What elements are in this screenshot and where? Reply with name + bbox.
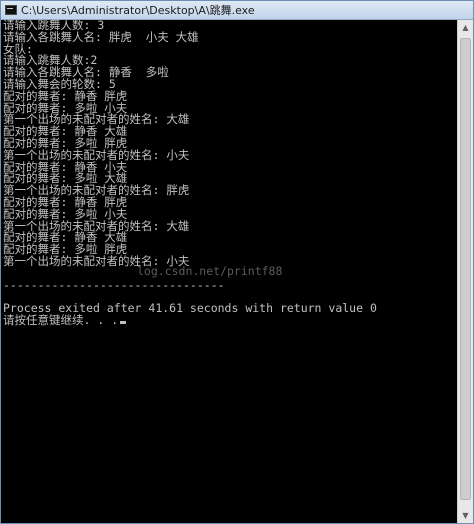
text-cursor <box>120 320 127 324</box>
scroll-down-arrow-icon[interactable]: ▼ <box>458 508 473 523</box>
console-window: C:\Users\Administrator\Desktop\A\跳舞.exe … <box>0 0 474 524</box>
console-line: -------------------------------- <box>3 277 225 292</box>
console-line: 请输入各跳舞人名: 胖虎 小夫 大雄 <box>3 29 199 44</box>
window-title: C:\Users\Administrator\Desktop\A\跳舞.exe <box>21 4 255 17</box>
watermark-text: log.csdn.net/printf88 <box>137 264 283 278</box>
console-line: 请按任意键继续. . . <box>3 314 458 327</box>
vertical-scrollbar[interactable]: ▲ ▼ <box>457 20 473 523</box>
scrollbar-thumb[interactable] <box>460 38 471 500</box>
scroll-up-arrow-icon[interactable]: ▲ <box>458 20 473 35</box>
title-bar[interactable]: C:\Users\Administrator\Desktop\A\跳舞.exe <box>1 1 473 20</box>
console-icon <box>5 5 17 15</box>
